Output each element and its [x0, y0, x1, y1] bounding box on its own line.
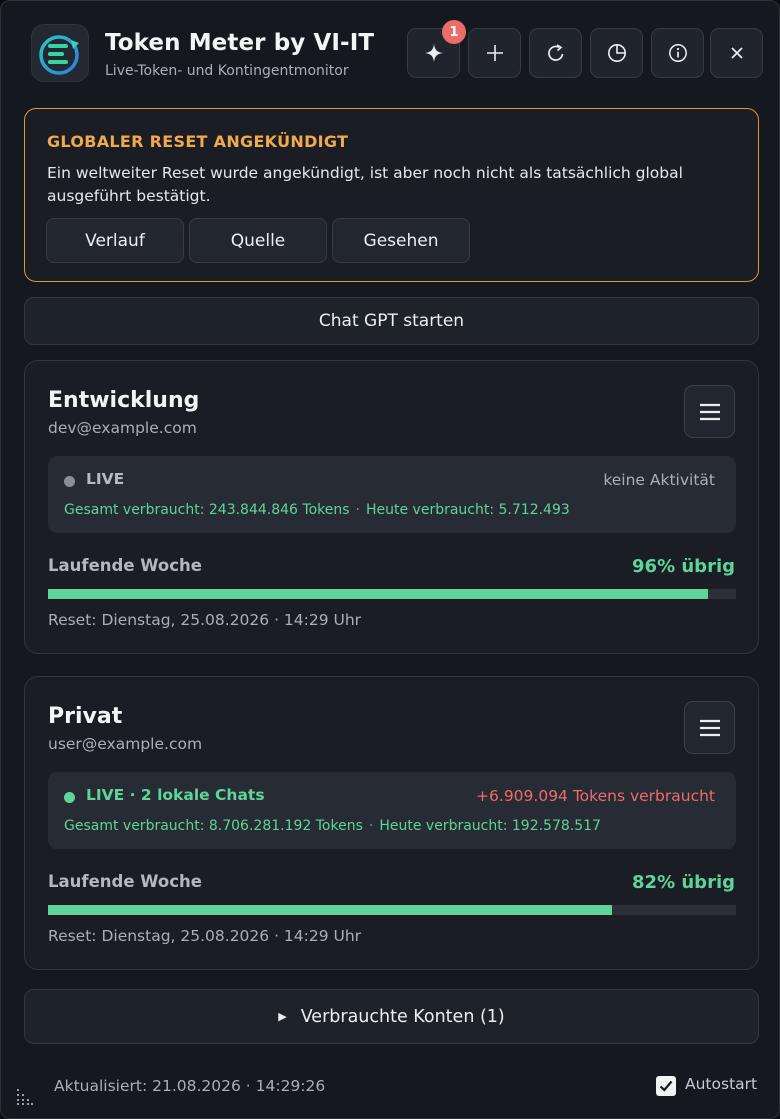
app-subtitle: Live-Token- und Kontingentmonitor [105, 63, 349, 79]
plus-icon [486, 45, 503, 61]
total-usage: Gesamt verbraucht: 243.844.846 Tokens [64, 502, 350, 518]
reset-date: Reset: Dienstag, 25.08.2026 · 14:29 Uhr [48, 611, 362, 629]
account-name: Privat [48, 704, 123, 729]
announcement-title: GLOBALER RESET ANGEKÜNDIGT [47, 132, 349, 151]
today-usage: Heute verbraucht: 192.578.517 [379, 818, 601, 834]
account-email: user@example.com [48, 735, 203, 753]
refresh-icon [547, 44, 563, 61]
info-icon [668, 44, 687, 62]
account-name: Entwicklung [48, 388, 200, 413]
start-chatgpt-button[interactable]: Chat GPT starten [24, 297, 759, 345]
last-updated: Aktualisiert: 21.08.2026 · 14:29:26 [54, 1077, 326, 1095]
notification-badge: 1 [442, 20, 466, 44]
seen-button[interactable]: Gesehen [332, 218, 470, 263]
close-icon [730, 47, 743, 59]
separator-dot: · [368, 818, 374, 834]
header: Token Meter by VI-IT Live-Token- und Kon… [1, 1, 779, 101]
history-link-button[interactable]: Verlauf [46, 218, 184, 263]
live-indicator-dot [64, 476, 75, 487]
week-label: Laufende Woche [48, 872, 202, 891]
separator-dot: · [355, 502, 360, 518]
announcement-text: Ein weltweiter Reset wurde angekündigt, … [47, 164, 683, 205]
used-accounts-toggle[interactable]: ▶ Verbrauchte Konten (1) [24, 989, 759, 1044]
account-card: Entwicklung dev@example.com LIVE keine A… [24, 360, 759, 654]
resize-grip-icon[interactable] [15, 1087, 35, 1107]
quota-progress-fill [48, 905, 613, 915]
usage-stats: Gesamt verbraucht: 243.844.846 Tokens · He… [64, 502, 570, 518]
autostart-checkbox[interactable] [656, 1076, 676, 1096]
close-button[interactable] [710, 28, 763, 78]
token-meter-logo-icon [31, 24, 89, 82]
quota-progress-bar [48, 589, 736, 599]
hamburger-icon [699, 719, 720, 736]
account-card: Privat user@example.com LIVE · 2 lokale … [24, 676, 759, 970]
live-status-box: LIVE keine Aktivität Gesamt verbraucht: … [48, 456, 736, 533]
triangle-right-icon: ▶ [278, 1010, 287, 1023]
live-label: LIVE · 2 lokale Chats [86, 786, 265, 804]
today-usage: Heute verbraucht: 5.712.493 [365, 502, 570, 518]
remaining-quota: 96% übrig [632, 556, 735, 577]
used-accounts-label: Verbrauchte Konten (1) [300, 1006, 505, 1027]
add-button[interactable] [468, 28, 521, 78]
account-menu-button[interactable] [684, 385, 735, 438]
total-usage: Gesamt verbraucht: 8.706.281.192 Tokens [64, 818, 363, 834]
activity-status: keine Aktivität [603, 471, 715, 489]
source-button[interactable]: Quelle [189, 218, 327, 263]
account-menu-button[interactable] [684, 701, 735, 754]
quota-progress-fill [48, 589, 709, 599]
info-button[interactable] [651, 28, 704, 78]
live-label: LIVE [86, 470, 125, 488]
reset-date: Reset: Dienstag, 25.08.2026 · 14:29 Uhr [48, 927, 362, 945]
quota-progress-bar [48, 905, 736, 915]
pie-clock-icon [607, 44, 626, 62]
history-button[interactable] [590, 28, 643, 78]
live-status-box: LIVE · 2 lokale Chats +6.909.094 Tokens … [48, 772, 736, 849]
autostart-label: Autostart [685, 1075, 758, 1093]
sparkle-icon [424, 44, 443, 62]
live-indicator-dot [64, 792, 75, 803]
checkmark-icon [659, 1080, 673, 1092]
hamburger-icon [699, 403, 720, 420]
remaining-quota: 82% übrig [632, 872, 735, 893]
app-window: Token Meter by VI-IT Live-Token- und Kon… [0, 0, 780, 1119]
account-email: dev@example.com [48, 419, 197, 437]
refresh-button[interactable] [529, 28, 582, 78]
usage-stats: Gesamt verbraucht: 8.706.281.192 Tokens ·… [64, 818, 601, 834]
global-reset-announcement: GLOBALER RESET ANGEKÜNDIGT Ein weltweite… [24, 108, 759, 282]
week-label: Laufende Woche [48, 556, 202, 575]
activity-status: +6.909.094 Tokens verbraucht [476, 787, 715, 805]
app-title: Token Meter by VI-IT [105, 30, 375, 56]
